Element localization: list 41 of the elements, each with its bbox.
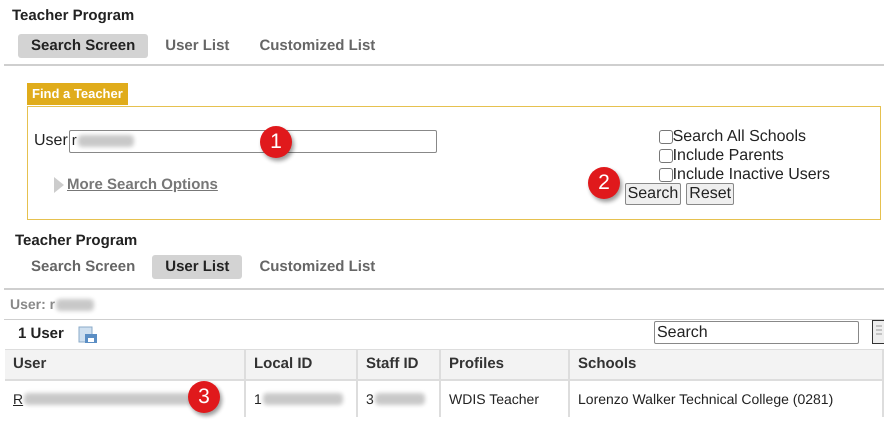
step-marker: 2 — [588, 167, 620, 199]
section-title: Teacher Program — [14, 231, 138, 251]
tab[interactable]: User List — [152, 255, 242, 279]
column-header[interactable]: Profiles — [441, 350, 570, 379]
table-cell-text: 3 — [366, 390, 374, 408]
checkbox[interactable] — [658, 168, 673, 182]
expand-arrow-icon — [54, 177, 64, 194]
table-search-input[interactable]: Search — [654, 321, 859, 344]
form-button[interactable]: Search — [624, 183, 682, 205]
step-marker: 3 — [188, 381, 220, 413]
table-cell-text: WDIS Teacher — [449, 390, 539, 408]
tab[interactable]: Search Screen — [18, 34, 148, 58]
tab[interactable]: Customized List — [246, 34, 388, 58]
checkbox-label: Include Parents — [672, 146, 784, 164]
result-count: 1 User — [18, 324, 64, 344]
checkbox-label: Include Inactive Users — [672, 166, 830, 184]
tab[interactable]: Customized List — [246, 255, 388, 279]
checkbox[interactable] — [658, 148, 673, 162]
user-summary: User: r — [10, 295, 56, 314]
redaction-blur — [56, 298, 94, 310]
table-cell-text: 1 — [254, 390, 262, 408]
step-marker: 1 — [260, 126, 292, 158]
checkbox[interactable] — [658, 130, 673, 144]
form-button[interactable]: Reset — [686, 183, 734, 205]
column-header[interactable]: Local ID — [246, 350, 358, 379]
table-cell-text: Lorenzo Walker Technical College (0281) — [578, 390, 834, 409]
column-header[interactable]: Schools — [570, 350, 884, 379]
redaction-blur — [374, 393, 425, 405]
export-icon — [78, 326, 98, 344]
tab[interactable]: Search Screen — [18, 255, 148, 279]
section-title: Teacher Program — [11, 6, 136, 26]
more-options-link[interactable]: More Search Options — [67, 174, 218, 196]
column-header[interactable]: Staff ID — [358, 350, 441, 379]
tab[interactable]: User List — [152, 34, 242, 58]
redaction-blur — [78, 135, 134, 147]
filter-icon[interactable] — [872, 320, 884, 344]
user-link[interactable]: R — [13, 388, 24, 410]
user-label: User — [34, 131, 68, 151]
panel-header: Find a Teacher — [27, 83, 128, 105]
checkbox-label: Search All Schools — [672, 128, 806, 146]
column-header[interactable]: User — [5, 350, 246, 379]
